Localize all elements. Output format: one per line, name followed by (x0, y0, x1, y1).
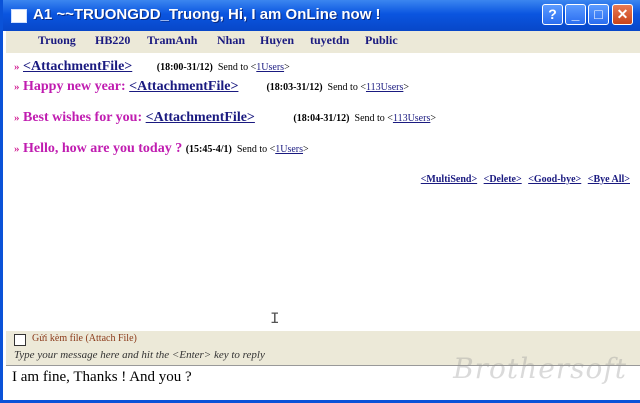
recipients-link[interactable]: 1Users (256, 62, 284, 73)
send-to-close: > (303, 144, 309, 155)
maximize-button[interactable]: □ (588, 4, 609, 25)
recipients-link[interactable]: 113Users (393, 113, 430, 124)
send-to-close: > (284, 62, 290, 73)
message-text: Best wishes for you: (23, 110, 146, 125)
tab-nhan[interactable]: Nhan (217, 33, 245, 48)
send-to-close: > (403, 82, 410, 93)
list-item: » Hello, how are you today ? (15:45-4/1)… (14, 141, 309, 157)
title-bar[interactable]: A1 ~~TRUONGDD_Truong, Hi, I am OnLine no… (3, 0, 640, 31)
tab-tramanh[interactable]: TramAnh (147, 33, 197, 48)
reply-hint-text: Type your message here and hit the <Ente… (14, 349, 265, 361)
recipients-link[interactable]: 113Users (366, 82, 403, 93)
tab-hb220[interactable]: HB220 (95, 33, 130, 48)
message-bullet-icon: » (14, 61, 20, 73)
bye-all-link[interactable]: <Bye All> (588, 174, 630, 185)
list-item: » Happy new year: <AttachmentFile> (18:0… (14, 79, 409, 95)
message-time: (15:45-4/1) (185, 144, 232, 155)
message-bullet-icon: » (14, 81, 20, 93)
attachment-link[interactable]: <AttachmentFile> (129, 79, 238, 94)
message-list: » <AttachmentFile> (18:00-31/12) Send to… (6, 53, 640, 331)
message-bullet-icon: » (14, 112, 20, 124)
attachment-link[interactable]: <AttachmentFile> (23, 59, 132, 74)
send-to-label: Send to < (327, 82, 366, 93)
message-time: (18:03-31/12) (266, 82, 323, 93)
recipients-link[interactable]: 1Users (275, 144, 303, 155)
tab-tuyetdn[interactable]: tuyetdn (310, 33, 349, 48)
chat-window: A1 ~~TRUONGDD_Truong, Hi, I am OnLine no… (0, 0, 640, 403)
user-tabs: Truong HB220 TramAnh Nhan Huyen tuyetdn … (6, 31, 640, 53)
message-actions: <MultiSend> <Delete> <Good-bye> <Bye All… (417, 174, 630, 185)
message-time: (18:00-31/12) (156, 62, 213, 73)
send-to-label: Send to < (354, 113, 393, 124)
good-bye-link[interactable]: <Good-bye> (528, 174, 581, 185)
attach-file-checkbox[interactable] (14, 334, 26, 346)
multisend-link[interactable]: <MultiSend> (421, 174, 477, 185)
attachment-link[interactable]: <AttachmentFile> (146, 110, 255, 125)
close-button[interactable]: ✕ (612, 4, 633, 25)
message-time: (18:04-31/12) (293, 113, 350, 124)
attach-file-row: Gửi kèm file (Attach File) (6, 331, 640, 347)
app-icon (11, 9, 27, 23)
list-item: » <AttachmentFile> (18:00-31/12) Send to… (14, 59, 290, 75)
list-item: » Best wishes for you: <AttachmentFile> … (14, 110, 436, 126)
tab-public[interactable]: Public (365, 33, 398, 48)
attach-file-label[interactable]: Gửi kèm file (Attach File) (32, 333, 137, 344)
tab-huyen[interactable]: Huyen (260, 33, 294, 48)
text-cursor-icon: I (270, 310, 280, 328)
message-text: Hello, how are you today ? (23, 141, 186, 156)
delete-link[interactable]: <Delete> (484, 174, 522, 185)
help-button[interactable]: ? (542, 4, 563, 25)
tab-truong[interactable]: Truong (38, 33, 76, 48)
send-to-label: Send to < (236, 144, 276, 155)
send-to-close: > (430, 113, 436, 124)
window-title: A1 ~~TRUONGDD_Truong, Hi, I am OnLine no… (33, 6, 381, 23)
minimize-button[interactable]: _ (565, 4, 586, 25)
message-text: Happy new year: (23, 79, 130, 94)
message-bullet-icon: » (14, 143, 20, 155)
send-to-label: Send to < (217, 62, 257, 73)
watermark-logo: Brothersoft (453, 352, 627, 385)
